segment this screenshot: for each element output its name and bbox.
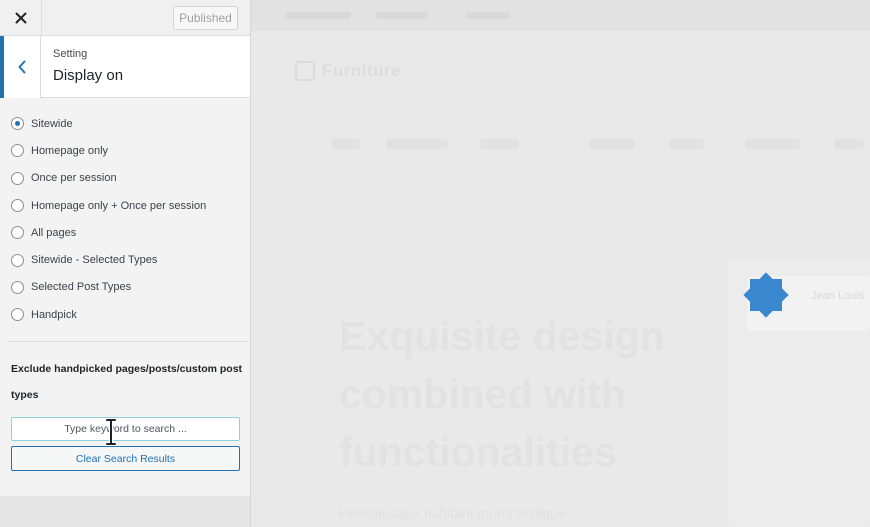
logo-icon [295,61,315,81]
preview-menu-item [386,139,448,149]
radio-icon[interactable] [11,308,24,322]
section-header: Setting Display on [0,36,250,98]
display-option-label: Once per session [31,172,117,185]
preview-subtext: Pellentesque habitant morbi tristique [339,505,566,521]
exclude-label: Exclude handpicked pages/posts/custom po… [11,363,243,401]
panel-footer [0,496,250,527]
radio-icon[interactable] [11,226,24,240]
radio-icon[interactable] [11,144,24,158]
display-option[interactable]: Homepage only + Once per session [0,192,250,219]
close-button[interactable] [0,0,42,36]
preview-topbar [251,0,870,31]
display-option-label: Sitewide [31,117,73,130]
preview-headline: Exquisite design combined with functiona… [339,313,665,475]
display-option[interactable]: Once per session [0,165,250,192]
chevron-left-icon [18,60,26,74]
preview-menu-item [834,139,864,149]
display-option[interactable]: Sitewide [0,110,250,137]
preview-nav-item [376,12,428,19]
preview-menu-item [589,139,635,149]
back-button[interactable] [0,36,41,98]
published-button[interactable]: Published [173,6,238,30]
display-option-label: Homepage only + Once per session [31,199,207,212]
text-cursor-icon [105,418,117,446]
display-options: Sitewide Homepage only Once per session Hom… [0,110,250,328]
preview-nav-item [285,12,351,19]
radio-icon[interactable] [11,253,24,267]
preview-menu-item [745,139,801,149]
search-input[interactable] [11,417,240,441]
site-preview[interactable]: Furniture Exquisite design combined with… [251,0,870,527]
preview-menu-item [479,139,519,149]
customizer-panel: Published Setting Display on Sitewide Hom… [0,0,251,527]
preview-menu-item [669,139,705,149]
display-option[interactable]: Selected Post Types [0,274,250,301]
preview-menu-item [331,139,361,149]
radio-icon[interactable] [11,280,24,294]
preview-card-name: Jean Louis [811,290,865,302]
divider [8,341,249,342]
radio-checked-icon[interactable] [11,117,24,131]
radio-icon[interactable] [11,171,24,185]
display-option-label: Handpick [31,308,77,321]
display-option-label: All pages [31,226,77,239]
display-option[interactable]: All pages [0,219,250,246]
customizer-header: Published [0,0,250,36]
section-breadcrumb: Setting [53,48,88,60]
display-option[interactable]: Handpick [0,301,250,328]
close-icon [15,12,26,24]
display-option[interactable]: Homepage only [0,137,250,164]
preview-logo: Furniture [295,61,401,81]
display-option-label: Sitewide - Selected Types [31,254,158,267]
clear-search-results-button[interactable]: Clear Search Results [11,446,240,471]
preview-nav-item [466,12,510,19]
display-option-label: Selected Post Types [31,281,132,294]
display-option-label: Homepage only [31,144,109,157]
star-badge-icon [743,272,789,318]
display-option[interactable]: Sitewide - Selected Types [0,246,250,273]
preview-brand: Furniture [322,61,402,80]
section-title: Display on [53,67,124,84]
radio-icon[interactable] [11,199,24,213]
